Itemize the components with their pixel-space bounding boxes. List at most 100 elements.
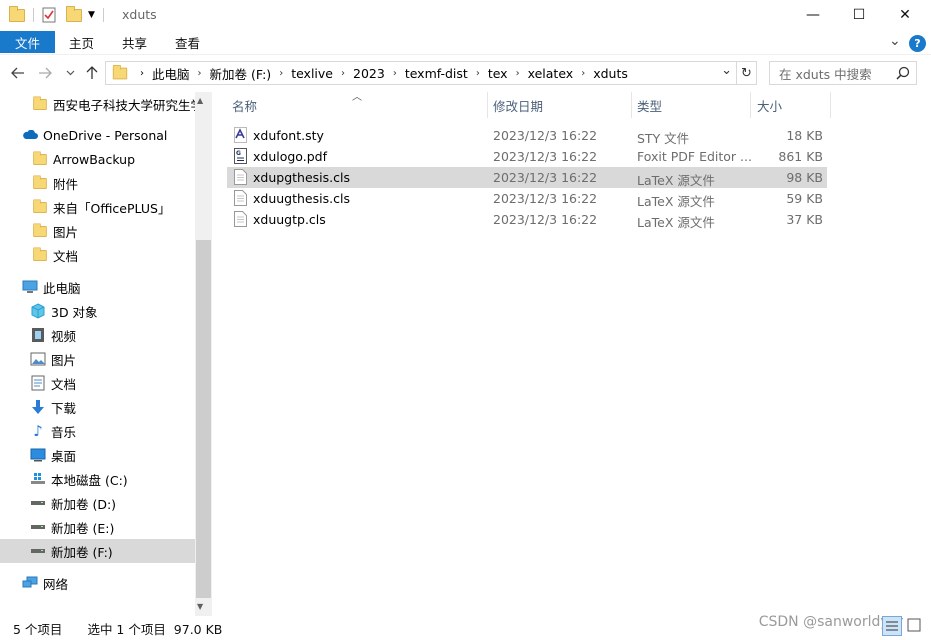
customize-toolbar-icon[interactable]: ▼ bbox=[88, 10, 95, 20]
breadcrumb-label: texmf-dist bbox=[404, 65, 468, 81]
search-input[interactable]: 在 xduts 中搜索 bbox=[769, 61, 917, 85]
chevron-right-icon[interactable]: › bbox=[508, 68, 528, 79]
nav-item-this-pc[interactable]: 此电脑 bbox=[0, 275, 195, 299]
nav-item-drive-d[interactable]: 新加卷 (D:) bbox=[0, 491, 195, 515]
folder-icon bbox=[32, 198, 48, 215]
nav-item-onedrive-documents[interactable]: 文档 bbox=[0, 243, 195, 267]
separator bbox=[33, 8, 34, 22]
chevron-right-icon[interactable]: › bbox=[468, 68, 488, 79]
nav-item-drive-c[interactable]: 本地磁盘 (C:) bbox=[0, 467, 195, 491]
nav-item-network[interactable]: 网络 bbox=[0, 571, 195, 595]
tab-home[interactable]: 主页 bbox=[69, 31, 94, 53]
nav-item-onedrive[interactable]: OneDrive - Personal bbox=[0, 123, 195, 147]
scroll-down-icon[interactable]: ▼ bbox=[197, 602, 203, 611]
nav-item-officeplus[interactable]: 来自「OfficePLUS」 bbox=[0, 195, 195, 219]
file-type: Foxit PDF Editor ... bbox=[637, 149, 752, 164]
file-row[interactable]: G xdulogo.pdf 2023/12/3 16:22 Foxit PDF … bbox=[227, 146, 827, 167]
address-dropdown-button[interactable]: ⌄ bbox=[721, 63, 732, 78]
breadcrumb-xelatex[interactable]: xelatex › bbox=[528, 62, 594, 84]
column-divider[interactable] bbox=[487, 92, 488, 118]
nav-item-pictures[interactable]: 图片 bbox=[0, 347, 195, 371]
chevron-right-icon[interactable]: › bbox=[385, 68, 405, 79]
up-button[interactable] bbox=[82, 63, 102, 83]
breadcrumb-texlive[interactable]: texlive › bbox=[291, 62, 353, 84]
search-icon[interactable] bbox=[896, 66, 910, 80]
details-view-icon bbox=[886, 621, 898, 631]
file-row[interactable]: xduugtp.cls 2023/12/3 16:22 LaTeX 源文件 37… bbox=[227, 209, 827, 230]
nav-item-drive-f[interactable]: 新加卷 (F:) bbox=[0, 539, 195, 563]
nav-item-label: 3D 对象 bbox=[51, 304, 98, 320]
back-button[interactable] bbox=[8, 63, 28, 83]
chevron-right-icon[interactable]: › bbox=[190, 68, 210, 79]
nav-item-attachments[interactable]: 附件 bbox=[0, 171, 195, 195]
breadcrumb-xduts[interactable]: xduts bbox=[593, 62, 628, 84]
column-header-size[interactable]: 大小 bbox=[757, 92, 782, 118]
cloud-icon bbox=[22, 127, 38, 143]
quick-access-toolbar: ▼ bbox=[8, 5, 104, 24]
chevron-right-icon[interactable]: › bbox=[333, 68, 353, 79]
breadcrumb-texmf-dist[interactable]: texmf-dist › bbox=[405, 62, 488, 84]
breadcrumb-tex[interactable]: tex › bbox=[488, 62, 528, 84]
breadcrumb-drive-f[interactable]: 新加卷 (F:) › bbox=[210, 62, 292, 84]
tab-view[interactable]: 查看 bbox=[175, 31, 200, 53]
refresh-button[interactable]: ↻ bbox=[736, 62, 756, 84]
nav-item-label: 来自「OfficePLUS」 bbox=[53, 200, 171, 216]
maximize-button[interactable]: ☐ bbox=[836, 0, 882, 30]
breadcrumb-this-pc[interactable]: 此电脑 › bbox=[152, 62, 210, 84]
search-placeholder: 在 xduts 中搜索 bbox=[779, 66, 872, 82]
nav-item-label: OneDrive - Personal bbox=[43, 127, 168, 143]
nav-item-drive-e[interactable]: 新加卷 (E:) bbox=[0, 515, 195, 539]
file-row[interactable]: xdufont.sty 2023/12/3 16:22 STY 文件 18 KB bbox=[227, 125, 827, 146]
chevron-right-icon[interactable]: › bbox=[140, 68, 144, 79]
column-header-type[interactable]: 类型 bbox=[637, 92, 662, 118]
separator bbox=[102, 8, 104, 22]
column-divider[interactable] bbox=[750, 92, 751, 118]
nav-item-arrowbackup[interactable]: ArrowBackup bbox=[0, 147, 195, 171]
desktop-icon bbox=[30, 447, 46, 463]
chevron-right-icon[interactable]: › bbox=[573, 68, 593, 79]
picture-icon bbox=[30, 351, 46, 367]
column-divider[interactable] bbox=[830, 92, 831, 118]
network-icon bbox=[22, 575, 38, 591]
file-type: STY 文件 bbox=[637, 131, 690, 146]
column-divider[interactable] bbox=[631, 92, 632, 118]
forward-button[interactable] bbox=[35, 63, 55, 83]
nav-item-downloads[interactable]: 下载 bbox=[0, 395, 195, 419]
nav-item-documents[interactable]: 文档 bbox=[0, 371, 195, 395]
breadcrumb-2023[interactable]: 2023 › bbox=[353, 62, 405, 84]
help-icon[interactable]: ? bbox=[909, 35, 926, 52]
scroll-up-icon[interactable]: ▲ bbox=[197, 96, 203, 105]
tab-share[interactable]: 共享 bbox=[122, 31, 147, 53]
close-button[interactable]: ✕ bbox=[882, 0, 928, 30]
address-bar[interactable]: › 此电脑 › 新加卷 (F:) › texlive › 2023 › texmf-di… bbox=[105, 61, 757, 85]
file-row[interactable]: xdupgthesis.cls 2023/12/3 16:22 LaTeX 源文… bbox=[227, 167, 827, 188]
nav-item-xidian-grad[interactable]: 西安电子科技大学研究生学 bbox=[0, 92, 195, 116]
recent-locations-button[interactable] bbox=[60, 63, 80, 83]
navigation-pane: 西安电子科技大学研究生学 OneDrive - Personal ArrowBa… bbox=[0, 92, 212, 616]
folder-icon[interactable] bbox=[9, 5, 25, 22]
minimize-button[interactable]: — bbox=[790, 0, 836, 30]
properties-icon[interactable] bbox=[42, 7, 56, 23]
tab-file[interactable]: 文件 bbox=[0, 31, 55, 53]
chevron-down-icon bbox=[66, 70, 74, 76]
file-date: 2023/12/3 16:22 bbox=[493, 191, 598, 206]
nav-item-label: 下载 bbox=[51, 400, 77, 416]
file-date: 2023/12/3 16:22 bbox=[493, 170, 598, 185]
details-view-button[interactable] bbox=[882, 616, 902, 636]
column-header-date[interactable]: 修改日期 bbox=[493, 92, 543, 118]
item-count: 5 个项目 bbox=[13, 621, 63, 637]
nav-item-label: 本地磁盘 (C:) bbox=[51, 472, 128, 488]
chevron-right-icon[interactable]: › bbox=[271, 68, 291, 79]
file-row[interactable]: xduugthesis.cls 2023/12/3 16:22 LaTeX 源文… bbox=[227, 188, 827, 209]
scrollbar-thumb[interactable] bbox=[196, 240, 211, 598]
large-icons-view-button[interactable] bbox=[905, 616, 925, 636]
nav-item-onedrive-pictures[interactable]: 图片 bbox=[0, 219, 195, 243]
nav-item-desktop[interactable]: 桌面 bbox=[0, 443, 195, 467]
column-header-name[interactable]: 名称 bbox=[232, 92, 257, 118]
nav-item-videos[interactable]: 视频 bbox=[0, 323, 195, 347]
file-name: xdupgthesis.cls bbox=[253, 170, 350, 185]
nav-item-music[interactable]: ♪ 音乐 bbox=[0, 419, 195, 443]
nav-item-3d-objects[interactable]: 3D 对象 bbox=[0, 299, 195, 323]
expand-ribbon-icon[interactable]: ⌄ bbox=[889, 33, 901, 49]
new-folder-icon[interactable] bbox=[66, 5, 82, 22]
